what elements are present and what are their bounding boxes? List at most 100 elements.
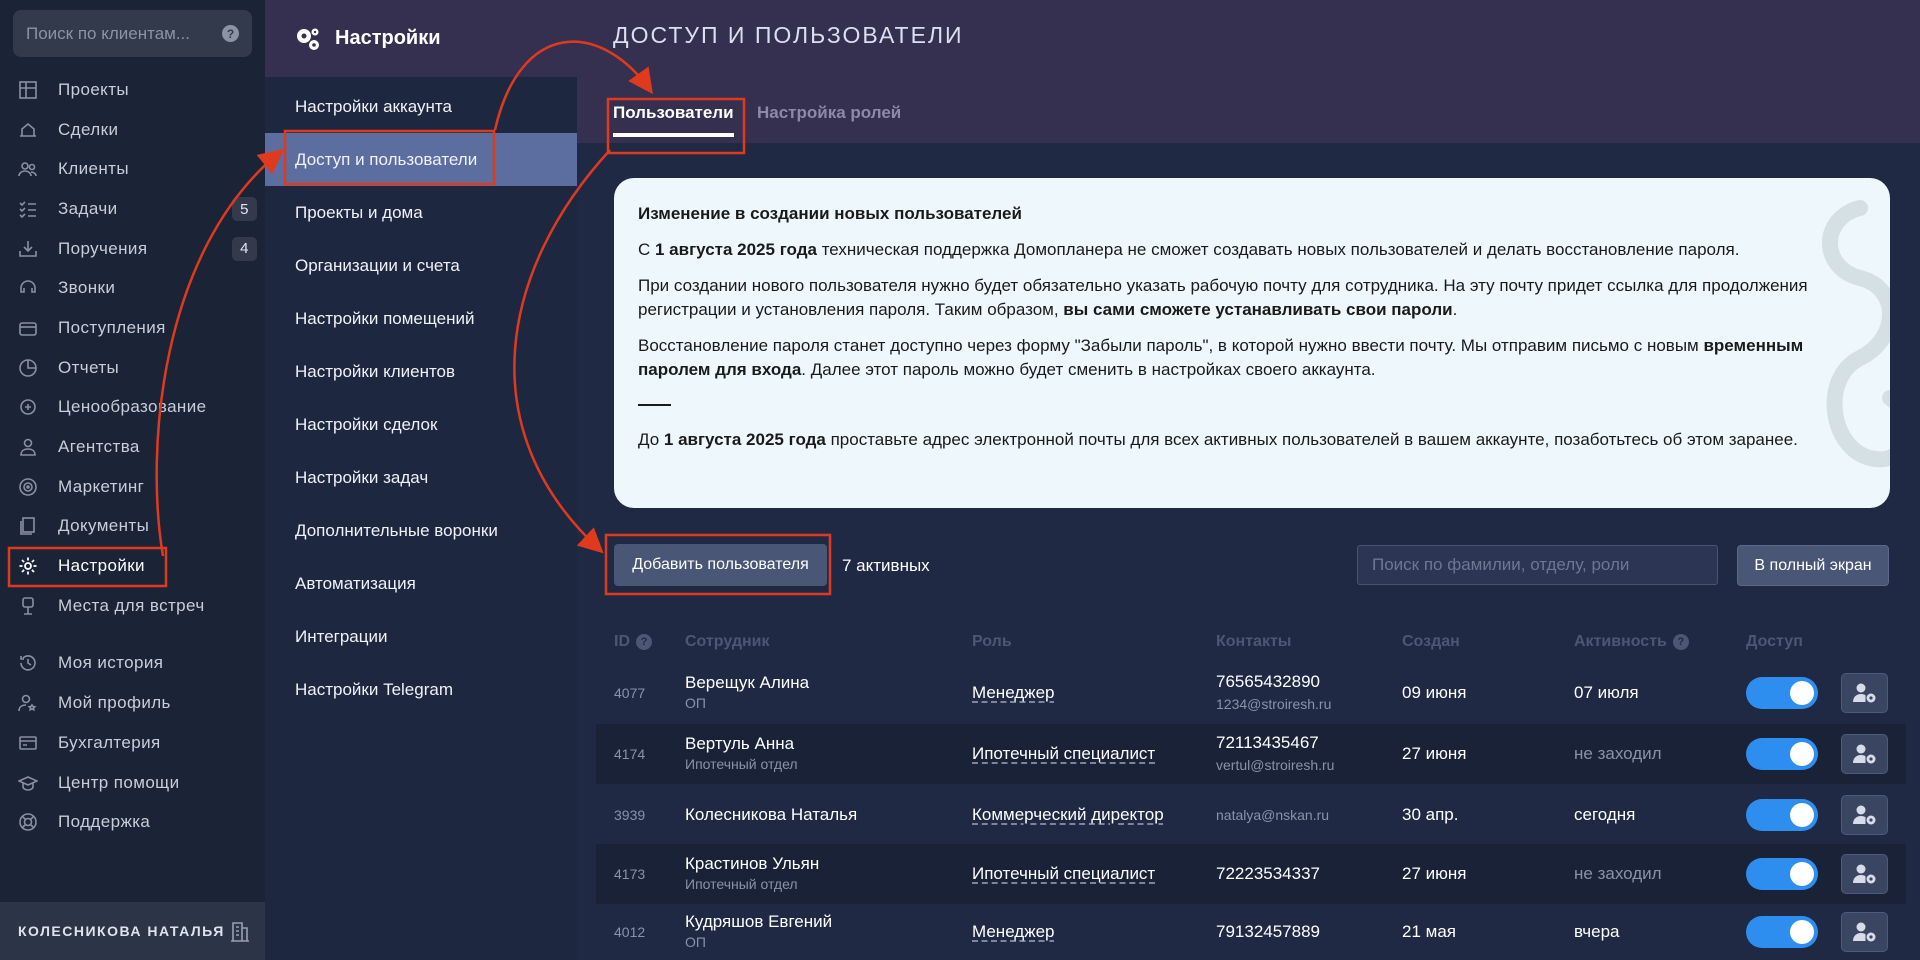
active-users-count: 7 активных — [842, 556, 930, 575]
settings-item-clients[interactable]: Настройки клиентов — [265, 345, 577, 398]
user-role[interactable]: Менеджер — [972, 922, 1054, 942]
notice-divider — [638, 404, 671, 406]
settings-item-automation[interactable]: Автоматизация — [265, 557, 577, 610]
nav-item-profile[interactable]: Мой профиль — [0, 683, 265, 723]
notice-text: Восстановление пароля станет доступно че… — [638, 336, 1704, 355]
nav-item-documents[interactable]: Документы — [0, 507, 265, 547]
user-name[interactable]: Крастинов Ульян — [685, 854, 819, 874]
settings-item-premises[interactable]: Настройки помещений — [265, 292, 577, 345]
nav-item-accounting[interactable]: Бухгалтерия — [0, 723, 265, 763]
nav-item-meeting-places[interactable]: Места для встреч — [0, 586, 265, 626]
settings-item-tasks[interactable]: Настройки задач — [265, 451, 577, 504]
nav-item-deals[interactable]: Сделки — [0, 110, 265, 150]
user-name[interactable]: Кудряшов Евгений — [685, 912, 832, 932]
settings-item-access-users[interactable]: Доступ и пользователи — [265, 133, 577, 186]
nav-item-income[interactable]: Поступления — [0, 308, 265, 348]
nav-item-reports[interactable]: Отчеты — [0, 348, 265, 388]
current-user-name: КОЛЕСНИКОВА НАТАЛЬЯ — [18, 923, 225, 939]
help-icon[interactable]: ? — [222, 25, 239, 42]
user-name[interactable]: Верещук Алина — [685, 673, 809, 693]
nav-item-agencies[interactable]: Агентства — [0, 427, 265, 467]
column-header-role[interactable]: Роль — [972, 633, 1012, 651]
nav-label: Поступления — [58, 317, 166, 337]
column-header-activity[interactable]: Активность? — [1574, 633, 1689, 651]
building-icon[interactable] — [230, 920, 250, 942]
current-user-bar[interactable]: КОЛЕСНИКОВА НАТАЛЬЯ — [0, 902, 265, 960]
tab-users[interactable]: Пользователи — [613, 103, 734, 137]
user-role[interactable]: Коммерческий директор — [972, 805, 1164, 825]
nav-item-help-center[interactable]: Центр помощи — [0, 763, 265, 803]
calls-icon — [17, 277, 39, 299]
column-header-access: Доступ — [1746, 633, 1803, 650]
user-activity: сегодня — [1574, 805, 1636, 824]
users-search-input[interactable] — [1357, 545, 1718, 585]
nav-label: Сделки — [58, 119, 119, 139]
nav-item-settings[interactable]: Настройки — [0, 546, 265, 586]
user-activity: не заходил — [1574, 864, 1662, 883]
user-created: 21 мая — [1402, 922, 1456, 941]
nav-label: Бухгалтерия — [58, 732, 161, 752]
access-toggle[interactable] — [1746, 916, 1818, 948]
nav-item-pricing[interactable]: Ценообразование — [0, 388, 265, 428]
access-toggle[interactable] — [1746, 799, 1818, 831]
notice-paragraph-1: С 1 августа 2025 года техническая поддер… — [638, 238, 1866, 262]
user-contacts: 76565432890 1234@stroiresh.ru — [1216, 671, 1331, 715]
user-role[interactable]: Менеджер — [972, 683, 1054, 703]
settings-item-telegram[interactable]: Настройки Telegram — [265, 663, 577, 716]
nav-item-assignments[interactable]: Поручения 4 — [0, 229, 265, 269]
settings-item-organizations[interactable]: Организации и счета — [265, 239, 577, 292]
column-header-employee[interactable]: Сотрудник — [685, 633, 770, 651]
main-header: ДОСТУП И ПОЛЬЗОВАТЕЛИ Пользователи Настр… — [577, 0, 1920, 143]
agencies-icon — [17, 436, 39, 458]
nav-item-history[interactable]: Моя история — [0, 644, 265, 684]
user-role[interactable]: Ипотечный специалист — [972, 864, 1155, 884]
settings-item-integrations[interactable]: Интеграции — [265, 610, 577, 663]
notice-card: Изменение в создании новых пользователей… — [614, 178, 1890, 508]
settings-item-deals[interactable]: Настройки сделок — [265, 398, 577, 451]
notice-paragraph-2: При создании нового пользователя нужно б… — [638, 274, 1866, 322]
main-nav: Проекты Сделки Клиенты Задачи 5 Поручени… — [0, 70, 265, 842]
table-row: 4012 Кудряшов Евгений ОП Менеджер 7913245… — [596, 902, 1906, 960]
user-name[interactable]: Вертуль Анна — [685, 734, 798, 754]
main-content: ДОСТУП И ПОЛЬЗОВАТЕЛИ Пользователи Настр… — [577, 0, 1920, 960]
nav-item-support[interactable]: Поддержка — [0, 802, 265, 842]
tab-roles[interactable]: Настройка ролей — [757, 103, 901, 123]
nav-item-clients[interactable]: Клиенты — [0, 149, 265, 189]
user-permissions-button[interactable] — [1841, 673, 1888, 713]
user-dept: ОП — [685, 934, 706, 950]
gears-icon — [295, 26, 321, 52]
access-toggle[interactable] — [1746, 858, 1818, 890]
user-permissions-button[interactable] — [1841, 912, 1888, 952]
user-permissions-button[interactable] — [1841, 734, 1888, 774]
gear-icon — [17, 555, 39, 577]
settings-item-account[interactable]: Настройки аккаунта — [265, 80, 577, 133]
settings-menu: Настройки Настройки аккаунта Доступ и по… — [265, 0, 577, 960]
notice-bold: 1 августа 2025 года — [663, 430, 826, 449]
activity-help-icon[interactable]: ? — [1672, 634, 1689, 650]
settings-item-funnels[interactable]: Дополнительные воронки — [265, 504, 577, 557]
access-toggle[interactable] — [1746, 677, 1818, 709]
table-row: 3939 Колесникова Наталья Коммерческий ди… — [596, 785, 1906, 845]
user-role[interactable]: Ипотечный специалист — [972, 744, 1155, 764]
user-id: 4077 — [614, 685, 646, 701]
notice-title: Изменение в создании новых пользователей — [638, 204, 1022, 223]
user-name-cell: Кудряшов Евгений ОП — [685, 912, 832, 952]
nav-item-calls[interactable]: Звонки — [0, 268, 265, 308]
nav-item-projects[interactable]: Проекты — [0, 70, 265, 110]
client-search-input[interactable] — [26, 23, 222, 44]
id-help-icon[interactable]: ? — [636, 634, 652, 650]
user-permissions-button[interactable] — [1841, 795, 1888, 835]
user-permissions-button[interactable] — [1841, 854, 1888, 894]
user-name-cell: Колесникова Наталья — [685, 805, 857, 825]
settings-item-projects-houses[interactable]: Проекты и дома — [265, 186, 577, 239]
user-name[interactable]: Колесникова Наталья — [685, 805, 857, 825]
notice-bold: 1 августа 2025 года — [655, 240, 817, 259]
fullscreen-button[interactable]: В полный экран — [1737, 545, 1889, 586]
column-header-created[interactable]: Создан — [1402, 633, 1460, 651]
user-gear-icon — [1852, 683, 1875, 703]
add-user-button[interactable]: Добавить пользователя — [614, 544, 827, 586]
access-toggle[interactable] — [1746, 738, 1818, 770]
nav-item-marketing[interactable]: Маркетинг — [0, 467, 265, 507]
nav-item-tasks[interactable]: Задачи 5 — [0, 189, 265, 229]
user-contacts: 72113435467 vertul@stroiresh.ru — [1216, 732, 1334, 776]
